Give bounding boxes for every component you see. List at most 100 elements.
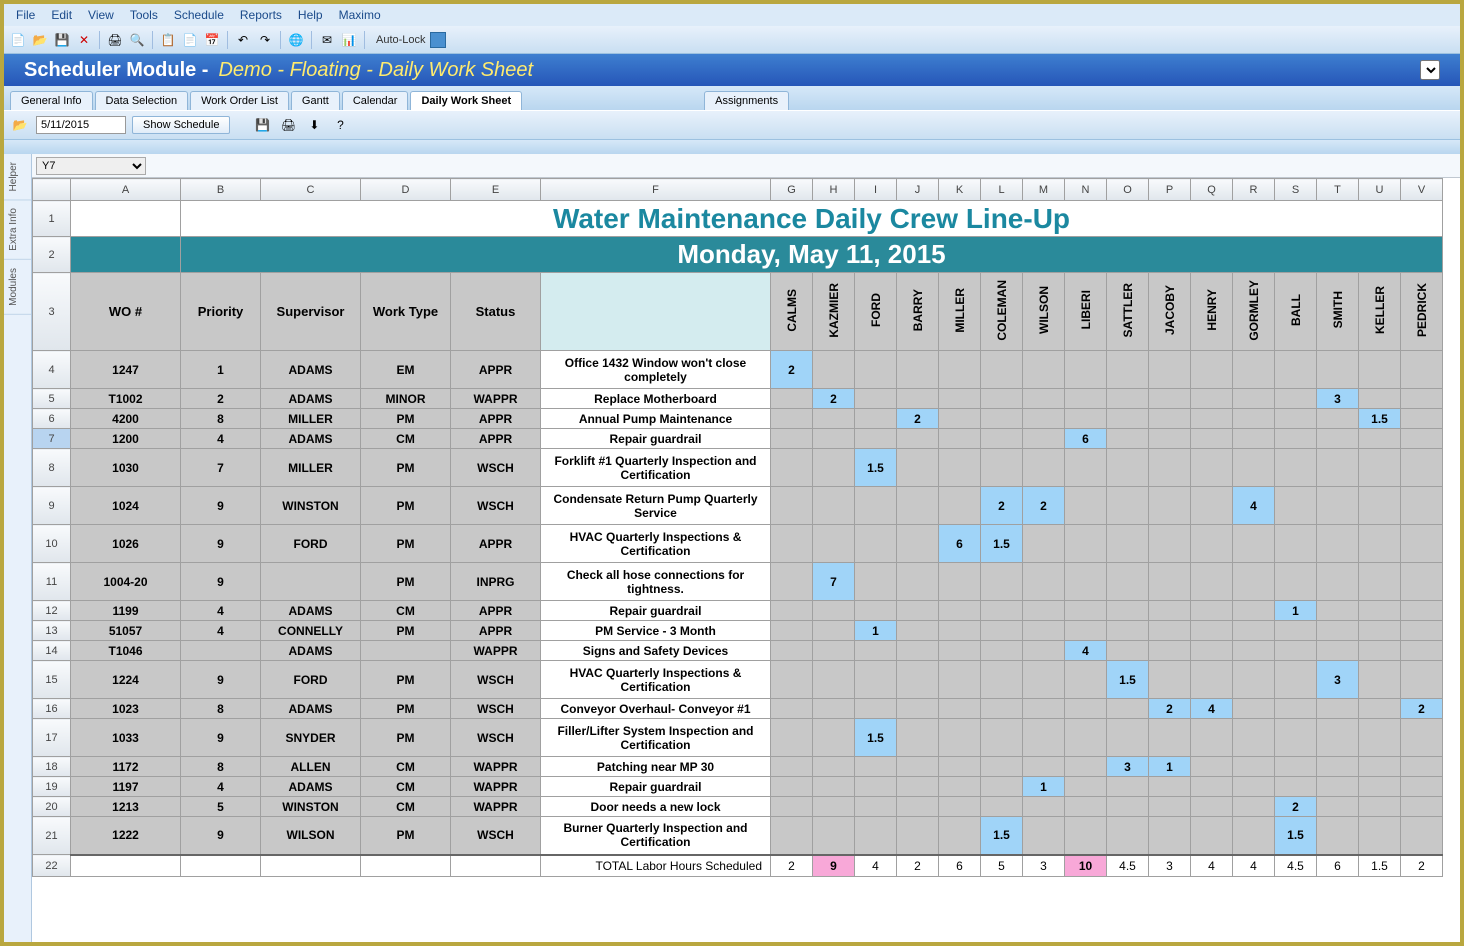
- crew-15-5[interactable]: [981, 661, 1023, 699]
- crew-4-1[interactable]: [813, 351, 855, 389]
- cell-4-sup[interactable]: ADAMS: [261, 351, 361, 389]
- crew-14-10[interactable]: [1191, 641, 1233, 661]
- crew-6-14[interactable]: 1.5: [1359, 409, 1401, 429]
- cell-5-pri[interactable]: 2: [181, 389, 261, 409]
- crew-12-13[interactable]: [1317, 601, 1359, 621]
- crew-10-14[interactable]: [1359, 525, 1401, 563]
- cell-9-wt[interactable]: PM: [361, 487, 451, 525]
- crew-7-1[interactable]: [813, 429, 855, 449]
- crew-5-1[interactable]: 2: [813, 389, 855, 409]
- cell-7-wt[interactable]: CM: [361, 429, 451, 449]
- crew-5-10[interactable]: [1191, 389, 1233, 409]
- crew-6-5[interactable]: [981, 409, 1023, 429]
- cell-6-desc[interactable]: Annual Pump Maintenance: [541, 409, 771, 429]
- crew-20-12[interactable]: 2: [1275, 797, 1317, 817]
- cell-4-wt[interactable]: EM: [361, 351, 451, 389]
- row-18[interactable]: 18: [33, 757, 71, 777]
- cell-19-sup[interactable]: ADAMS: [261, 777, 361, 797]
- crew-19-4[interactable]: [939, 777, 981, 797]
- crew-20-15[interactable]: [1401, 797, 1443, 817]
- crew-21-10[interactable]: [1191, 817, 1233, 855]
- cell-21-st[interactable]: WSCH: [451, 817, 541, 855]
- crew-17-6[interactable]: [1023, 719, 1065, 757]
- crew-13-9[interactable]: [1149, 621, 1191, 641]
- crew-13-7[interactable]: [1065, 621, 1107, 641]
- cell-14-st[interactable]: WAPPR: [451, 641, 541, 661]
- menu-help[interactable]: Help: [290, 6, 331, 24]
- crew-9-8[interactable]: [1107, 487, 1149, 525]
- export-icon[interactable]: ⬇: [304, 115, 324, 135]
- crew-17-10[interactable]: [1191, 719, 1233, 757]
- row-1[interactable]: 1: [33, 201, 71, 237]
- col-T[interactable]: T: [1317, 179, 1359, 201]
- crew-14-6[interactable]: [1023, 641, 1065, 661]
- crew-4-7[interactable]: [1065, 351, 1107, 389]
- cell-5-sup[interactable]: ADAMS: [261, 389, 361, 409]
- crew-4-8[interactable]: [1107, 351, 1149, 389]
- help-icon[interactable]: ?: [330, 115, 350, 135]
- row-22[interactable]: 22: [33, 855, 71, 877]
- crew-6-0[interactable]: [771, 409, 813, 429]
- cell-14-desc[interactable]: Signs and Safety Devices: [541, 641, 771, 661]
- crew-21-4[interactable]: [939, 817, 981, 855]
- sidetab-modules[interactable]: Modules: [4, 260, 31, 315]
- crew-7-6[interactable]: [1023, 429, 1065, 449]
- cell-12-wo[interactable]: 1199: [71, 601, 181, 621]
- crew-20-6[interactable]: [1023, 797, 1065, 817]
- crew-6-13[interactable]: [1317, 409, 1359, 429]
- crew-8-5[interactable]: [981, 449, 1023, 487]
- cell-17-wo[interactable]: 1033: [71, 719, 181, 757]
- col-N[interactable]: N: [1065, 179, 1107, 201]
- crew-13-14[interactable]: [1359, 621, 1401, 641]
- crew-15-12[interactable]: [1275, 661, 1317, 699]
- cell-15-st[interactable]: WSCH: [451, 661, 541, 699]
- cell-13-sup[interactable]: CONNELLY: [261, 621, 361, 641]
- cell-15-wo[interactable]: 1224: [71, 661, 181, 699]
- crew-11-9[interactable]: [1149, 563, 1191, 601]
- print-icon[interactable]: 🖨: [105, 30, 125, 50]
- crew-21-0[interactable]: [771, 817, 813, 855]
- crew-20-9[interactable]: [1149, 797, 1191, 817]
- crew-14-8[interactable]: [1107, 641, 1149, 661]
- menu-maximo[interactable]: Maximo: [331, 6, 389, 24]
- crew-12-4[interactable]: [939, 601, 981, 621]
- crew-8-11[interactable]: [1233, 449, 1275, 487]
- crew-9-3[interactable]: [897, 487, 939, 525]
- crew-14-11[interactable]: [1233, 641, 1275, 661]
- crew-17-14[interactable]: [1359, 719, 1401, 757]
- crew-14-2[interactable]: [855, 641, 897, 661]
- crew-4-14[interactable]: [1359, 351, 1401, 389]
- crew-5-5[interactable]: [981, 389, 1023, 409]
- cell-6-sup[interactable]: MILLER: [261, 409, 361, 429]
- cell-20-wt[interactable]: CM: [361, 797, 451, 817]
- crew-15-10[interactable]: [1191, 661, 1233, 699]
- crew-4-6[interactable]: [1023, 351, 1065, 389]
- cell-18-st[interactable]: WAPPR: [451, 757, 541, 777]
- row-5[interactable]: 5: [33, 389, 71, 409]
- cell-18-wo[interactable]: 1172: [71, 757, 181, 777]
- row-11[interactable]: 11: [33, 563, 71, 601]
- crew-15-0[interactable]: [771, 661, 813, 699]
- cell-16-st[interactable]: WSCH: [451, 699, 541, 719]
- crew-17-8[interactable]: [1107, 719, 1149, 757]
- title-dropdown[interactable]: [1420, 60, 1440, 80]
- schedule-icon[interactable]: 📅: [202, 30, 222, 50]
- crew-6-15[interactable]: [1401, 409, 1443, 429]
- crew-21-13[interactable]: [1317, 817, 1359, 855]
- crew-9-7[interactable]: [1065, 487, 1107, 525]
- crew-20-3[interactable]: [897, 797, 939, 817]
- crew-19-0[interactable]: [771, 777, 813, 797]
- crew-13-8[interactable]: [1107, 621, 1149, 641]
- cell-13-desc[interactable]: PM Service - 3 Month: [541, 621, 771, 641]
- crew-13-6[interactable]: [1023, 621, 1065, 641]
- cell-8-desc[interactable]: Forklift #1 Quarterly Inspection and Cer…: [541, 449, 771, 487]
- tab-daily-work-sheet[interactable]: Daily Work Sheet: [410, 91, 522, 110]
- crew-5-9[interactable]: [1149, 389, 1191, 409]
- crew-7-2[interactable]: [855, 429, 897, 449]
- crew-17-1[interactable]: [813, 719, 855, 757]
- crew-16-2[interactable]: [855, 699, 897, 719]
- menu-reports[interactable]: Reports: [232, 6, 290, 24]
- col-V[interactable]: V: [1401, 179, 1443, 201]
- crew-9-10[interactable]: [1191, 487, 1233, 525]
- crew-7-12[interactable]: [1275, 429, 1317, 449]
